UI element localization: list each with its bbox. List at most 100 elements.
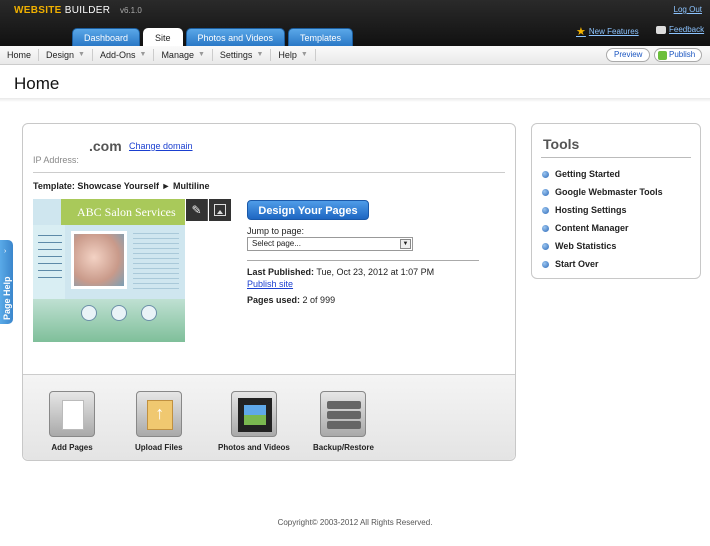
jump-to-page-label: Jump to page: [247, 226, 305, 236]
main-tabs: Dashboard Site Photos and Videos Templat… [72, 28, 353, 46]
megaphone-icon [656, 25, 666, 34]
menu-design-label: Design [46, 50, 75, 60]
menu-manage[interactable]: Manage ▼ [154, 49, 213, 61]
menu-help-label: Help [278, 50, 297, 60]
design-your-pages-button[interactable]: Design Your Pages [247, 200, 369, 220]
tab-templates[interactable]: Templates [287, 28, 353, 46]
feedback-label: Feedback [669, 25, 705, 34]
image-icon[interactable] [209, 199, 231, 221]
new-features-link[interactable]: ★ New Features [576, 25, 639, 38]
preview-button[interactable]: Preview [606, 48, 651, 62]
feedback-link[interactable]: Feedback [656, 25, 704, 34]
pages-used-label: Pages used: [247, 295, 301, 305]
tab-dashboard[interactable]: Dashboard [72, 28, 141, 46]
publish-label: Publish [669, 50, 696, 59]
tools-panel: Tools Getting Started Google Webmaster T… [531, 123, 701, 279]
tools-list: Getting Started Google Webmaster Tools H… [542, 165, 663, 273]
tab-photos-and-videos[interactable]: Photos and Videos [185, 28, 285, 46]
tool-label: Start Over [555, 259, 599, 269]
template-label: Template: Showcase Yourself ► Multiline [33, 181, 210, 191]
menu-design[interactable]: Design ▼ [39, 49, 93, 61]
edit-pencil-icon[interactable]: ✎ [186, 199, 208, 221]
bullet-icon [542, 224, 549, 232]
brand-part1: WEBSITE [14, 5, 62, 16]
bullet-icon [542, 188, 549, 196]
backup-restore-label: Backup/Restore [313, 443, 374, 452]
tool-label: Getting Started [555, 169, 621, 179]
footer-copyright: Copyright© 2003-2012 All Rights Reserved… [277, 518, 433, 527]
thumbnail-icons [81, 305, 157, 321]
version-label: v6.1.0 [120, 6, 142, 15]
bullet-icon [542, 242, 549, 250]
bullet-icon [542, 170, 549, 178]
caret-down-icon: ▼ [197, 51, 205, 58]
dropdown-arrow-icon: ▼ [400, 239, 411, 249]
menu-help[interactable]: Help ▼ [271, 49, 316, 61]
tool-content-manager[interactable]: Content Manager [542, 219, 663, 237]
change-domain-link[interactable]: Change domain [129, 141, 193, 151]
divider [541, 157, 691, 158]
photos-and-videos-button[interactable]: Photos and Videos [218, 391, 290, 452]
menu-home-label: Home [7, 50, 32, 60]
brand-part2: BUILDER [64, 5, 111, 16]
caret-down-icon: ▼ [256, 51, 264, 58]
domain-name: .com [89, 138, 122, 154]
jump-to-page-select[interactable]: Select page... ▼ [247, 237, 413, 251]
star-icon: ★ [576, 26, 586, 38]
tool-label: Hosting Settings [555, 205, 627, 215]
menu-add-ons-label: Add-Ons [99, 50, 136, 60]
thumbnail-text [133, 233, 179, 293]
quick-tools-bar: Add Pages Upload Files Photos and Videos… [23, 374, 515, 460]
server-icon [320, 391, 367, 437]
photos-and-videos-label: Photos and Videos [218, 443, 290, 452]
caret-down-icon: ▼ [78, 51, 85, 58]
pages-used: Pages used: 2 of 999 [247, 295, 335, 305]
jump-select-value: Select page... [252, 239, 301, 248]
publish-button[interactable]: Publish [654, 48, 703, 62]
pages-used-value: 2 of 999 [302, 295, 336, 305]
tool-label: Content Manager [555, 223, 629, 233]
menu-add-ons[interactable]: Add-Ons ▼ [93, 49, 155, 61]
page-help-label: Page Help [2, 276, 12, 320]
page-help-tab[interactable]: › Page Help [0, 240, 13, 324]
ip-address-label: IP Address: [33, 155, 79, 165]
publish-icon [658, 50, 667, 60]
page-title: Home [14, 74, 60, 93]
last-published-label: Last Published: [247, 267, 315, 277]
site-panel: .com Change domain IP Address: Template:… [22, 123, 516, 461]
logout-link[interactable]: Log Out [674, 5, 702, 14]
publish-site-link[interactable]: Publish site [247, 279, 293, 289]
tool-getting-started[interactable]: Getting Started [542, 165, 663, 183]
menu-settings-label: Settings [219, 50, 253, 60]
menu-bar: Home Design ▼ Add-Ons ▼ Manage ▼ Settings ▼ … [0, 46, 710, 65]
divider [247, 260, 479, 261]
tools-title: Tools [543, 136, 580, 152]
menu-settings[interactable]: Settings ▼ [213, 49, 272, 61]
tool-start-over[interactable]: Start Over [542, 255, 663, 273]
add-pages-icon [49, 391, 95, 437]
tool-web-statistics[interactable]: Web Statistics [542, 237, 663, 255]
title-divider [0, 98, 710, 102]
upload-files-button[interactable]: Upload Files [135, 391, 183, 452]
thumbnail-nav [38, 235, 62, 281]
upload-files-icon [135, 391, 182, 437]
thumbnail-title: ABC Salon Services [61, 199, 185, 225]
tool-hosting-settings[interactable]: Hosting Settings [542, 201, 663, 219]
add-pages-button[interactable]: Add Pages [49, 391, 95, 452]
upload-files-label: Upload Files [135, 443, 183, 452]
arrow-right-icon: › [4, 248, 7, 255]
last-published: Last Published: Tue, Oct 23, 2012 at 1:0… [247, 267, 434, 277]
tool-label: Google Webmaster Tools [555, 187, 663, 197]
template-thumbnail[interactable]: ABC Salon Services [33, 199, 185, 342]
tab-site[interactable]: Site [143, 28, 183, 46]
tool-google-webmaster-tools[interactable]: Google Webmaster Tools [542, 183, 663, 201]
divider [33, 172, 505, 173]
menu-home[interactable]: Home [0, 49, 40, 61]
thumbnail-photo [71, 231, 127, 289]
tool-label: Web Statistics [555, 241, 617, 251]
top-bar: WEBSITE BUILDER v6.1.0 Log Out Dashboard… [0, 0, 710, 46]
backup-restore-button[interactable]: Backup/Restore [313, 391, 374, 452]
menu-manage-label: Manage [161, 50, 194, 60]
bullet-icon [542, 206, 549, 214]
last-published-value: Tue, Oct 23, 2012 at 1:07 PM [316, 267, 435, 277]
